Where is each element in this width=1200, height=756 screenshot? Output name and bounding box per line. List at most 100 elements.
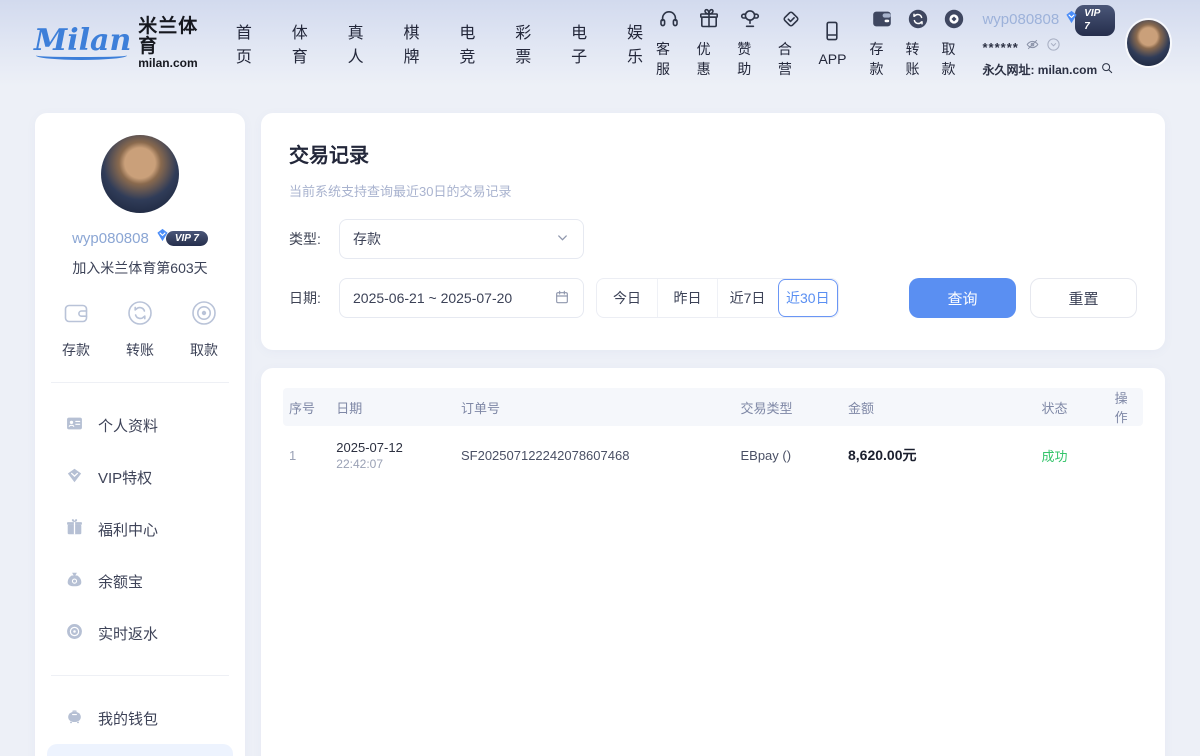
eye-off-icon[interactable]: [1025, 37, 1040, 59]
nav-home[interactable]: 首页: [236, 19, 265, 67]
chevron-down-icon: [555, 230, 570, 248]
search-icon[interactable]: [1100, 60, 1114, 82]
sidebar-divider: [51, 382, 229, 383]
sidebar-item-vip[interactable]: VIP特权: [35, 451, 245, 503]
row-index: 1: [283, 448, 330, 463]
table-header-row: 序号 日期 订单号 交易类型 金额 状态 操作: [283, 388, 1143, 426]
calendar-icon: [554, 289, 570, 308]
gift-icon: [697, 7, 721, 36]
transfer-outline-icon: [125, 298, 155, 333]
nav-entertainment[interactable]: 娱乐: [627, 19, 656, 67]
benefits-gift-icon: [65, 518, 84, 541]
nav-lottery[interactable]: 彩票: [515, 19, 544, 67]
sidebar-item-yuebao[interactable]: 余额宝: [35, 555, 245, 607]
sidebar: wyp080808 VIP 7 加入米兰体育第603天: [35, 113, 245, 756]
vip-badge[interactable]: VIP 7: [1063, 5, 1114, 36]
page-title: 交易记录: [289, 139, 1137, 168]
rebate-coin-icon: [65, 622, 84, 645]
handshake-icon: [779, 7, 803, 36]
money-bag-icon: [65, 570, 84, 593]
profile-vip-badge[interactable]: VIP 7: [154, 227, 208, 249]
main-nav: 首页 体育 真人 棋牌 电竞 彩票 电子 娱乐: [236, 19, 656, 67]
page-layout: wyp080808 VIP 7 加入米兰体育第603天: [0, 86, 1200, 756]
withdraw-filled-icon: [942, 7, 966, 36]
vip-level-label: VIP 7: [1075, 5, 1114, 36]
query-button[interactable]: 查询: [909, 278, 1016, 318]
transfer-button[interactable]: 转账: [905, 7, 930, 79]
avatar[interactable]: [1127, 20, 1170, 66]
vip-diamond-icon: [154, 227, 171, 249]
date-range-value: 2025-06-21 ~ 2025-07-20: [353, 290, 512, 306]
profile-username: wyp080808: [72, 230, 149, 247]
nav-live[interactable]: 真人: [348, 19, 377, 67]
row-amount: 8,620.00元: [842, 445, 1036, 465]
row-date: 2025-07-12: [336, 439, 449, 457]
type-label: 类型:: [289, 229, 339, 249]
sidebar-deposit-button[interactable]: 存款: [61, 298, 91, 360]
reset-button[interactable]: 重置: [1030, 278, 1137, 318]
wallet-filled-icon: [870, 7, 894, 36]
sidebar-transfer-button[interactable]: 转账: [125, 298, 155, 360]
chevron-circle-icon[interactable]: [1046, 37, 1061, 59]
sidebar-item-benefits[interactable]: 福利中心: [35, 503, 245, 555]
col-order-no: 订单号: [455, 398, 735, 417]
header-username[interactable]: wyp080808: [982, 10, 1059, 30]
sidebar-item-rebate[interactable]: 实时返水: [35, 607, 245, 659]
sidebar-divider: [51, 675, 229, 676]
brand-logo[interactable]: Milan 米兰体育 milan.com: [34, 17, 208, 69]
deposit-button[interactable]: 存款: [869, 7, 894, 79]
filter-card: 交易记录 当前系统支持查询最近30日的交易记录 类型: 存款 日期: 2025-…: [261, 113, 1165, 350]
nav-cards[interactable]: 棋牌: [404, 19, 433, 67]
brand-logo-script: Milan: [34, 26, 131, 61]
sponsor-button[interactable]: 赞助: [737, 7, 763, 79]
membership-days: 加入米兰体育第603天: [35, 258, 245, 278]
sidebar-item-transaction-records[interactable]: 交易记录: [47, 744, 233, 756]
type-select[interactable]: 存款: [339, 219, 584, 259]
brand-logo-domain: milan.com: [138, 57, 208, 70]
date-range-input[interactable]: 2025-06-21 ~ 2025-07-20: [339, 278, 584, 318]
headset-icon: [657, 7, 681, 36]
col-date: 日期: [330, 398, 455, 417]
col-index: 序号: [283, 398, 330, 417]
smartphone-icon: [820, 19, 844, 48]
nav-sports[interactable]: 体育: [292, 19, 321, 67]
withdraw-outline-icon: [189, 298, 219, 333]
transfer-filled-icon: [906, 7, 930, 36]
vip-privilege-icon: [65, 466, 84, 489]
nav-slots[interactable]: 电子: [571, 19, 600, 67]
col-amount: 金额: [842, 398, 1036, 417]
profile-avatar[interactable]: [101, 135, 179, 213]
app-download-button[interactable]: APP: [818, 19, 846, 67]
col-action: 操作: [1109, 388, 1143, 426]
col-status: 状态: [1035, 398, 1108, 417]
type-filter-row: 类型: 存款: [289, 219, 1137, 259]
promotions-button[interactable]: 优惠: [697, 7, 723, 79]
row-status: 成功: [1035, 446, 1108, 465]
sidebar-item-profile[interactable]: 个人资料: [35, 399, 245, 451]
date-filter-row: 日期: 2025-06-21 ~ 2025-07-20 今日 昨日 近7日 近3…: [289, 278, 1137, 318]
withdraw-button[interactable]: 取款: [941, 7, 966, 79]
top-header: Milan 米兰体育 milan.com 首页 体育 真人 棋牌 电竞 彩票 电…: [0, 0, 1200, 86]
col-type: 交易类型: [734, 398, 842, 417]
range-30days-button[interactable]: 近30日: [777, 279, 838, 317]
nav-esports[interactable]: 电竞: [459, 19, 488, 67]
trophy-icon: [738, 7, 762, 36]
profile-vip-level: VIP 7: [166, 231, 208, 246]
customer-service-button[interactable]: 客服: [656, 7, 682, 79]
sidebar-item-my-wallet[interactable]: 我的钱包: [35, 692, 245, 744]
user-block: wyp080808 VIP 7 ******: [982, 5, 1114, 81]
range-7days-button[interactable]: 近7日: [717, 279, 777, 317]
range-today-button[interactable]: 今日: [597, 279, 657, 317]
sidebar-withdraw-button[interactable]: 取款: [189, 298, 219, 360]
sidebar-menu: 个人资料 VIP特权: [35, 389, 245, 669]
partnership-button[interactable]: 合营: [778, 7, 804, 79]
row-time: 22:42:07: [336, 457, 449, 471]
page-subtitle: 当前系统支持查询最近30日的交易记录: [289, 181, 1137, 200]
range-yesterday-button[interactable]: 昨日: [657, 279, 717, 317]
records-table-card: 序号 日期 订单号 交易类型 金额 状态 操作 1 2025-07-12 22:…: [261, 368, 1165, 756]
wallet-outline-icon: [61, 298, 91, 333]
sidebar-quick-actions: 存款 转账: [35, 278, 245, 376]
main-content: 交易记录 当前系统支持查询最近30日的交易记录 类型: 存款 日期: 2025-…: [261, 113, 1165, 756]
piggy-bank-icon: [65, 707, 84, 730]
header-actions: 客服 优惠 赞助: [656, 7, 967, 79]
